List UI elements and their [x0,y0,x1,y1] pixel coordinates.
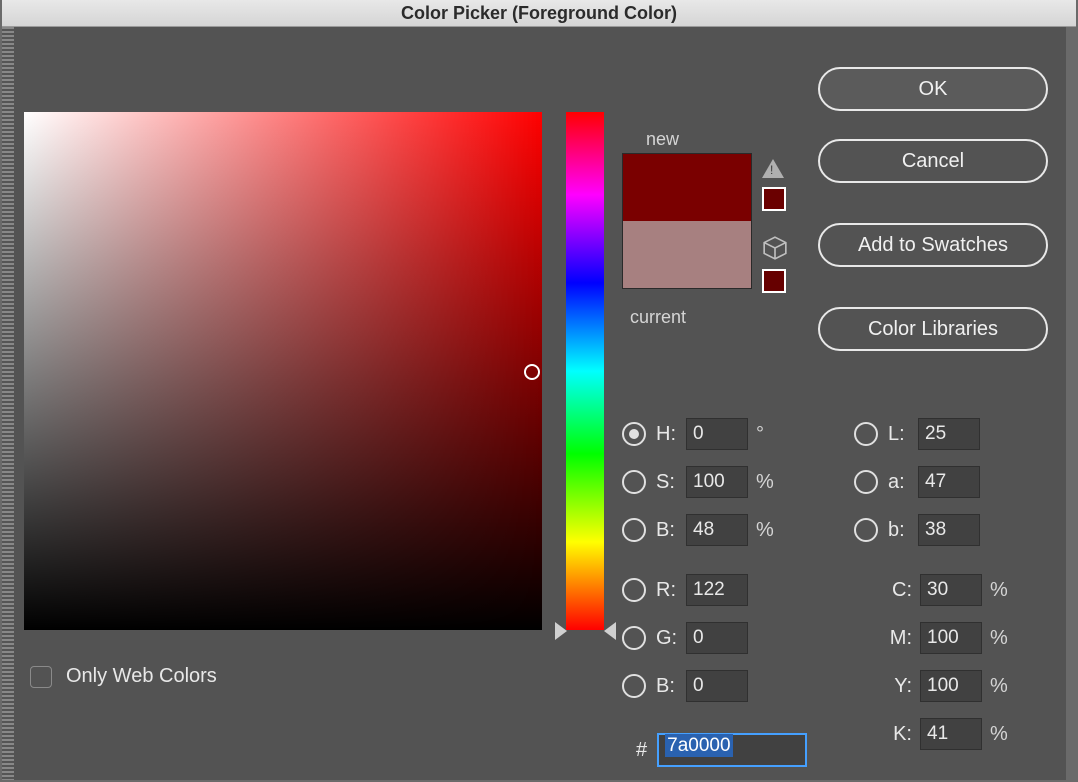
b-hsb-label: B: [656,519,686,542]
r-input[interactable] [686,574,748,606]
y-unit: % [990,675,1008,698]
hex-row: # 7a0000 [636,733,807,767]
r-row: R: [622,573,748,607]
b-lab-radio[interactable] [854,518,878,542]
b-hsb-row: B: % [622,513,774,547]
a-label: a: [888,471,918,494]
s-input[interactable] [686,466,748,498]
a-radio[interactable] [854,470,878,494]
add-to-swatches-button[interactable]: Add to Swatches [818,223,1048,267]
a-input[interactable] [918,466,980,498]
c-label: C: [882,579,912,602]
b-rgb-radio[interactable] [622,674,646,698]
only-web-colors-checkbox[interactable] [30,666,52,688]
y-input[interactable] [920,670,982,702]
b-rgb-row: B: [622,669,748,703]
cancel-button[interactable]: Cancel [818,139,1048,183]
only-web-colors-label: Only Web Colors [66,665,217,688]
current-color-label: current [630,307,686,328]
h-row: H: ° [622,417,764,451]
gamut-warning-icon[interactable]: ! [762,159,784,178]
b-lab-row: b: [854,513,980,547]
y-row: Y: % [882,669,1008,703]
k-label: K: [882,723,912,746]
g-input[interactable] [686,622,748,654]
c-unit: % [990,579,1008,602]
dialog-body: OK Cancel Add to Swatches Color Librarie… [14,27,1066,780]
hex-input[interactable]: 7a0000 [657,733,807,767]
c-input[interactable] [920,574,982,606]
b-rgb-input[interactable] [686,670,748,702]
action-buttons: OK Cancel Add to Swatches Color Librarie… [818,67,1048,379]
h-radio[interactable] [622,422,646,446]
k-row: K: % [882,717,1008,751]
h-input[interactable] [686,418,748,450]
hue-slider[interactable] [566,112,604,630]
b-rgb-label: B: [656,675,686,698]
g-radio[interactable] [622,626,646,650]
r-radio[interactable] [622,578,646,602]
h-label: H: [656,423,686,446]
l-row: L: [854,417,980,451]
m-label: M: [882,627,912,650]
s-radio[interactable] [622,470,646,494]
b-lab-input[interactable] [918,514,980,546]
new-color-label: new [646,129,679,150]
color-preview [622,153,752,289]
ok-button[interactable]: OK [818,67,1048,111]
l-label: L: [888,423,918,446]
b-hsb-radio[interactable] [622,518,646,542]
a-row: a: [854,465,980,499]
l-radio[interactable] [854,422,878,446]
websafe-swatch[interactable] [762,269,786,293]
m-unit: % [990,627,1008,650]
c-row: C: % [882,573,1008,607]
l-input[interactable] [918,418,980,450]
new-color-swatch [623,154,751,221]
k-input[interactable] [920,718,982,750]
y-label: Y: [882,675,912,698]
gamut-warning-swatch[interactable] [762,187,786,211]
current-color-swatch[interactable] [623,221,751,288]
g-row: G: [622,621,748,655]
r-label: R: [656,579,686,602]
websafe-warning-icon[interactable] [762,235,788,267]
b-hsb-input[interactable] [686,514,748,546]
saturation-brightness-field[interactable] [24,112,542,630]
color-field-cursor[interactable] [524,364,540,380]
hex-label: # [636,739,647,762]
g-label: G: [656,627,686,650]
window-title: Color Picker (Foreground Color) [2,0,1076,27]
m-row: M: % [882,621,1008,655]
hue-handle-right-icon[interactable] [604,622,616,640]
m-input[interactable] [920,622,982,654]
h-unit: ° [756,423,764,446]
k-unit: % [990,723,1008,746]
hue-handle-left-icon[interactable] [555,622,567,640]
s-unit: % [756,471,774,494]
s-label: S: [656,471,686,494]
b-lab-label: b: [888,519,918,542]
color-libraries-button[interactable]: Color Libraries [818,307,1048,351]
s-row: S: % [622,465,774,499]
only-web-colors-row: Only Web Colors [30,665,217,688]
b-hsb-unit: % [756,519,774,542]
